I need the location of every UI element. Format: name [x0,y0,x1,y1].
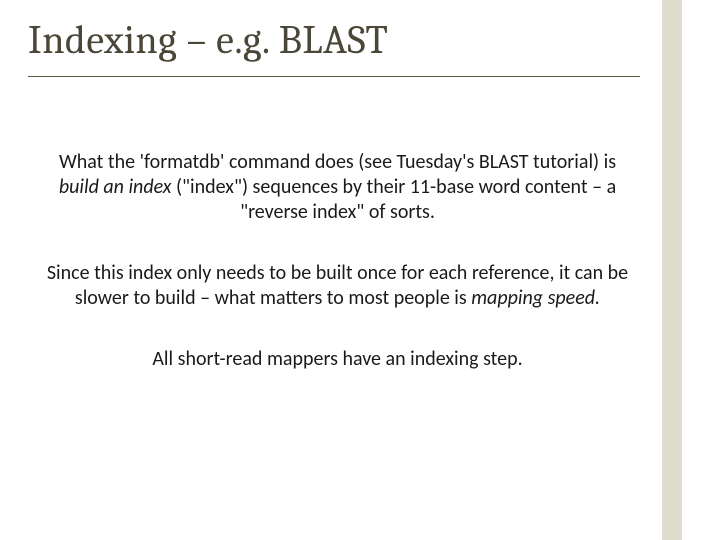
slide-body: What the 'formatdb' command does (see Tu… [45,150,630,408]
slide-title: Indexing – e.g. BLAST [28,18,640,77]
text-run-italic: build an index [59,175,172,199]
text-run: What the 'formatdb' command does (see Tu… [59,150,616,174]
paragraph-3: All short-read mappers have an indexing … [45,347,630,372]
text-run-italic: mapping speed. [471,286,600,310]
accent-bar [662,0,682,540]
paragraph-2: Since this index only needs to be built … [45,261,630,311]
slide: Indexing – e.g. BLAST What the 'formatdb… [0,0,720,540]
paragraph-1: What the 'formatdb' command does (see Tu… [45,150,630,225]
text-run: ("index") sequences by their 11-base wor… [171,175,616,224]
